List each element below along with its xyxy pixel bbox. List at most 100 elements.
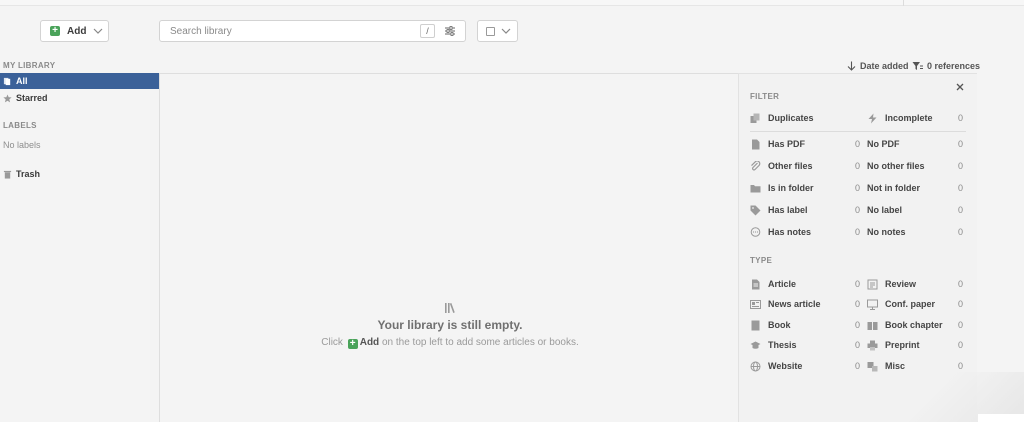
filter-label: Conf. paper <box>885 299 936 309</box>
type-news-article[interactable]: News article 0 <box>750 297 860 311</box>
paperclip-icon <box>751 160 761 170</box>
type-review[interactable]: Review 0 <box>867 277 963 291</box>
graduation-cap-icon <box>750 341 761 349</box>
newspaper-icon <box>750 299 761 309</box>
plus-icon: + <box>347 339 358 349</box>
arrow-down-icon <box>847 61 856 71</box>
hint-add: Add <box>359 337 380 348</box>
top-divider <box>903 0 904 6</box>
open-book-icon <box>867 321 878 330</box>
filter-no-pdf[interactable]: No PDF 0 <box>867 137 963 151</box>
filter-label: Website <box>768 361 803 371</box>
filter-panel: FILTER Duplicates Incomplete 0 Has PDF 0… <box>738 73 977 422</box>
filter-count: 0 <box>957 139 963 149</box>
sidebar-item-all[interactable]: All <box>0 73 159 89</box>
type-website[interactable]: Website 0 <box>750 359 860 373</box>
filter-has-label[interactable]: Has label 0 <box>750 203 860 217</box>
filter-count: 0 <box>957 161 963 171</box>
filter-no-notes[interactable]: No notes 0 <box>867 225 963 239</box>
select-all-dropdown[interactable] <box>477 20 518 42</box>
chevron-down-icon <box>501 28 511 34</box>
search-input[interactable] <box>170 24 410 38</box>
filter-label: No PDF <box>867 139 900 149</box>
filter-has-pdf[interactable]: Has PDF 0 <box>750 137 860 151</box>
filter-label: No other files <box>867 161 925 171</box>
library-icon <box>3 77 11 85</box>
filter-label: Other files <box>768 161 813 171</box>
filter-other-files[interactable]: Other files 0 <box>750 159 860 173</box>
plus-icon: + <box>50 26 60 36</box>
sidebar-item-label: All <box>16 76 28 86</box>
article-icon <box>752 279 760 289</box>
review-icon <box>867 279 878 289</box>
books-icon <box>445 303 455 313</box>
filter-label: Misc <box>885 361 906 371</box>
filter-label: No label <box>867 205 903 215</box>
empty-state: Your library is still empty. Click + Add … <box>160 302 740 349</box>
filter-count: 0 <box>957 299 963 309</box>
filter-count: 0 <box>957 361 963 371</box>
star-icon <box>3 93 12 102</box>
filter-label: Not in folder <box>867 183 920 193</box>
filter-duplicates[interactable]: Duplicates <box>750 111 860 125</box>
filter-label: Book chapter <box>885 320 943 330</box>
filter-label: Has label <box>768 205 808 215</box>
sidebar-item-trash[interactable]: Trash <box>0 166 159 182</box>
sliders-icon[interactable] <box>444 25 456 37</box>
filter-label: Incomplete <box>885 113 933 123</box>
lightning-icon <box>868 113 877 123</box>
filter-label: Has notes <box>768 227 812 237</box>
filter-count: 0 <box>854 139 860 149</box>
tag-icon <box>750 205 761 215</box>
filter-label: Duplicates <box>768 113 814 123</box>
filter-label: News article <box>768 299 821 309</box>
filter-heading: FILTER <box>750 92 780 101</box>
printer-icon <box>867 340 878 350</box>
filter-label: Article <box>768 279 797 289</box>
my-library-heading: MY LIBRARY <box>3 61 56 70</box>
filter-count: 0 <box>854 340 860 350</box>
globe-icon <box>750 361 761 371</box>
filter-count: 0 <box>957 227 963 237</box>
add-button[interactable]: + Add <box>40 20 109 42</box>
sidebar-item-starred[interactable]: Starred <box>0 90 159 106</box>
filter-label: Preprint <box>885 340 920 350</box>
filter-incomplete[interactable]: Incomplete 0 <box>867 111 963 125</box>
filter-label: Thesis <box>768 340 797 350</box>
select-checkbox[interactable] <box>486 26 495 36</box>
close-icon[interactable] <box>955 82 965 92</box>
type-misc[interactable]: Misc 0 <box>867 359 963 373</box>
search-shortcut-key: / <box>420 24 435 38</box>
type-heading: TYPE <box>750 256 773 265</box>
filter-is-in-folder[interactable]: Is in folder 0 <box>750 181 860 195</box>
type-preprint[interactable]: Preprint 0 <box>867 338 963 352</box>
filter-no-other-files[interactable]: No other files 0 <box>867 159 963 173</box>
misc-icon <box>867 361 878 371</box>
type-conf-paper[interactable]: Conf. paper 0 <box>867 297 963 311</box>
empty-title: Your library is still empty. <box>377 318 523 332</box>
folder-icon <box>750 184 761 192</box>
filter-no-label[interactable]: No label 0 <box>867 203 963 217</box>
filter-count: 0 <box>957 320 963 330</box>
add-button-label: Add <box>67 25 87 37</box>
type-book-chapter[interactable]: Book chapter 0 <box>867 318 963 332</box>
filter-not-in-folder[interactable]: Not in folder 0 <box>867 181 963 195</box>
filter-count: 0 <box>957 205 963 215</box>
conference-icon <box>867 299 878 310</box>
filter-count: 0 <box>854 299 860 309</box>
hint-prefix: Click <box>321 337 343 348</box>
sidebar-item-label: Trash <box>16 169 41 179</box>
type-article[interactable]: Article 0 <box>750 277 860 291</box>
type-book[interactable]: Book 0 <box>750 318 860 332</box>
sort-control[interactable]: Date added <box>847 60 909 72</box>
type-thesis[interactable]: Thesis 0 <box>750 338 860 352</box>
filter-label: Review <box>885 279 917 289</box>
filter-count: 0 <box>854 205 860 215</box>
filter-divider <box>750 131 966 132</box>
filter-count: 0 <box>957 279 963 289</box>
sidebar-item-label: Starred <box>16 93 48 103</box>
main-content: Your library is still empty. Click + Add … <box>159 73 739 422</box>
no-labels-text: No labels <box>3 140 41 150</box>
references-count[interactable]: 0 references <box>912 60 980 72</box>
filter-has-notes[interactable]: Has notes 0 <box>750 225 860 239</box>
